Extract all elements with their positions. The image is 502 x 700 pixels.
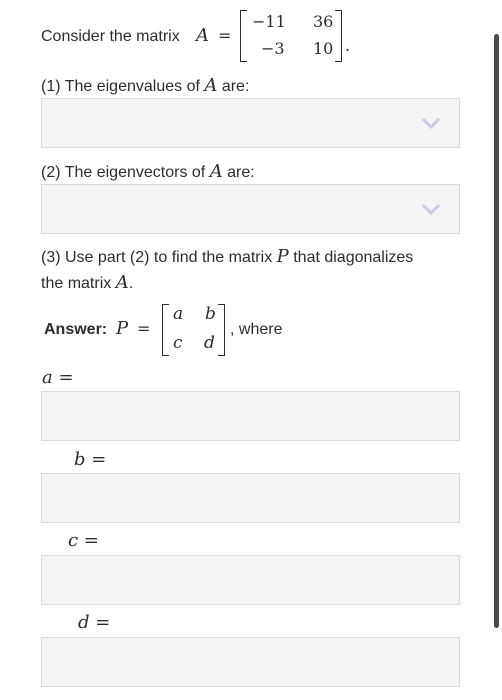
intro-equals: = [218, 26, 232, 45]
question-1-text: (1) The eigenvalues of [41, 78, 200, 95]
answer-input-d[interactable] [41, 637, 460, 687]
chevron-down-icon[interactable] [421, 202, 441, 216]
question-3-line-1: (3) Use part (2) to find the matrix P th… [41, 247, 413, 268]
field-label-c: c = [68, 530, 99, 551]
question-3-text-a: (3) Use part (2) to find the matrix [41, 249, 273, 266]
answer-where: , where [230, 321, 283, 338]
matrix-a21: −3 [261, 39, 285, 58]
field-label-a: a = [42, 367, 74, 388]
intro-period: . [345, 36, 351, 55]
matrix-a22: 10 [313, 39, 334, 58]
answer-matrix-d: d [204, 333, 215, 353]
matrix-a11: −11 [252, 12, 286, 31]
eigenvectors-select[interactable] [41, 184, 460, 234]
answer-input-b[interactable] [41, 473, 460, 523]
eigenvalues-select[interactable] [41, 98, 460, 148]
intro-text: Consider the matrix [41, 27, 180, 47]
question-2-var: A [209, 161, 223, 182]
answer-label: Answer: [44, 321, 108, 338]
question-1: (1) The eigenvalues of A are: [41, 76, 249, 97]
question-3-period: . [128, 275, 134, 292]
question-2-tail: are: [227, 164, 255, 181]
intro-var-A: A [196, 25, 209, 46]
matrix-bracket-right [335, 10, 342, 62]
matrix-a12: 36 [313, 12, 334, 31]
question-2: (2) The eigenvectors of A are: [41, 162, 255, 183]
answer-matrix-c: c [173, 333, 183, 353]
field-label-b: b = [74, 449, 107, 470]
intro-prefix: Consider the matrix [41, 28, 180, 45]
field-label-d: d = [78, 612, 111, 633]
question-3-text-b: that diagonalizes [293, 249, 414, 266]
chevron-down-icon[interactable] [421, 116, 441, 130]
question-1-var: A [204, 75, 218, 96]
vertical-scrollbar[interactable] [494, 34, 499, 628]
question-2-text: (2) The eigenvectors of [41, 164, 206, 181]
question-3-var-A: A [115, 272, 129, 293]
question-1-tail: are: [221, 78, 250, 95]
answer-input-a[interactable] [41, 391, 460, 441]
matrix-bracket-left [240, 10, 247, 62]
answer-equals: = [137, 319, 151, 338]
question-3-var-P: P [276, 246, 289, 267]
answer-var-P: P [116, 318, 129, 339]
question-3-line-2: the matrix A. [41, 273, 133, 294]
question-3-text-c: the matrix [41, 275, 112, 292]
answer-input-c[interactable] [41, 555, 460, 605]
answer-matrix-a: a [173, 304, 184, 324]
answer-bracket-left [162, 304, 169, 356]
answer-matrix-b: b [205, 304, 216, 324]
answer-bracket-right [218, 304, 225, 356]
